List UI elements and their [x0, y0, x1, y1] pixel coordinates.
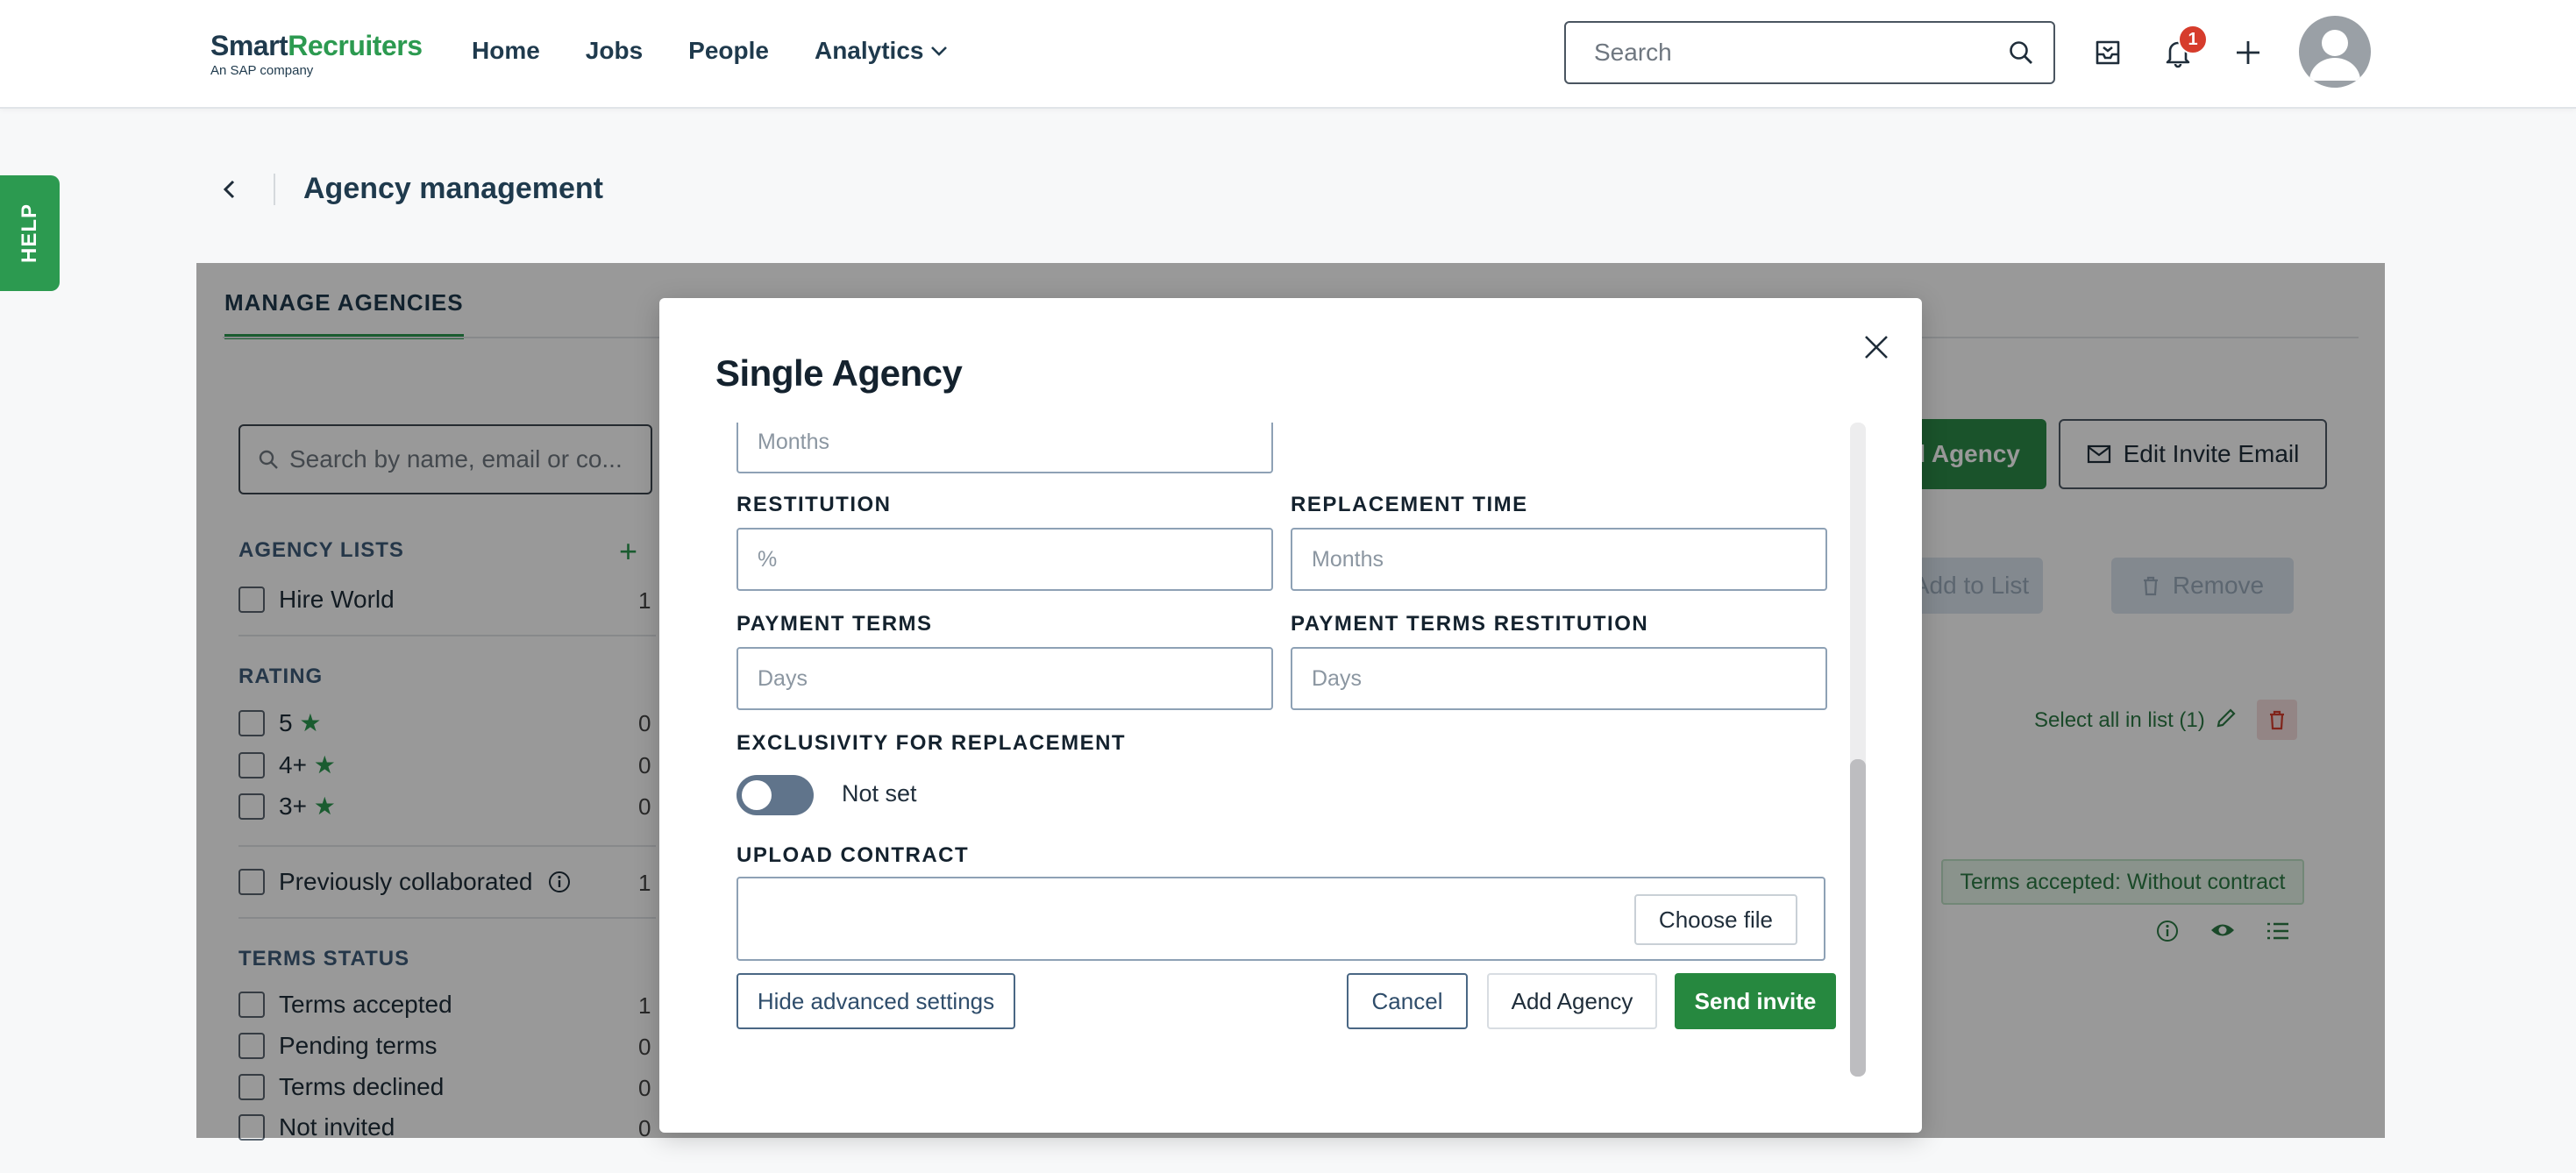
cancel-button[interactable]: Cancel — [1347, 973, 1468, 1029]
top-navigation: SmartRecruiters An SAP company Home Jobs… — [0, 0, 2576, 109]
payment-terms-restitution-field[interactable]: Days — [1291, 647, 1827, 710]
chevron-down-icon — [931, 46, 948, 56]
nav-people[interactable]: People — [688, 37, 769, 65]
search-input[interactable] — [1594, 39, 2008, 67]
back-arrow-icon[interactable] — [214, 174, 246, 205]
exclusivity-toggle[interactable] — [737, 775, 814, 815]
notification-count-badge: 1 — [2178, 25, 2208, 54]
logo-subtitle: An SAP company — [210, 63, 314, 78]
send-invite-button[interactable]: Send invite — [1675, 973, 1836, 1029]
nav-analytics[interactable]: Analytics — [815, 37, 949, 65]
replacement-time-field[interactable]: Months — [1291, 528, 1827, 591]
header-divider — [274, 174, 275, 205]
payment-terms-placeholder: Days — [758, 665, 808, 691]
add-agency-modal-button[interactable]: Add Agency — [1487, 973, 1657, 1029]
choose-file-button[interactable]: Choose file — [1633, 894, 1797, 945]
global-search[interactable] — [1564, 21, 2055, 84]
restitution-placeholder: % — [758, 546, 778, 572]
exclusivity-label: EXCLUSIVITY FOR REPLACEMENT — [737, 731, 1127, 755]
upload-contract-label: UPLOAD CONTRACT — [737, 843, 970, 867]
nav-analytics-label: Analytics — [814, 37, 924, 64]
modal-scroll-body[interactable]: Months RESTITUTION % REPLACEMENT TIME Mo… — [659, 423, 1922, 1054]
search-icon[interactable] — [2008, 39, 2034, 66]
payment-terms-label: PAYMENT TERMS — [737, 612, 933, 636]
replacement-time-label: REPLACEMENT TIME — [1291, 493, 1528, 516]
user-avatar[interactable] — [2299, 16, 2371, 88]
payment-terms-restitution-placeholder: Days — [1312, 665, 1362, 691]
top-months-field[interactable]: Months — [737, 423, 1273, 473]
modal-footer: Hide advanced settings Cancel Add Agency… — [659, 973, 1922, 1033]
help-tab[interactable]: HELP — [0, 175, 60, 291]
nav-jobs[interactable]: Jobs — [586, 37, 643, 65]
hide-advanced-settings-button[interactable]: Hide advanced settings — [737, 973, 1015, 1029]
modal-title: Single Agency — [715, 352, 963, 394]
toggle-knob — [742, 780, 772, 810]
restitution-field[interactable]: % — [737, 528, 1273, 591]
main-nav-links: Home Jobs People Analytics — [472, 37, 993, 65]
nav-home[interactable]: Home — [472, 37, 540, 65]
top-months-placeholder: Months — [758, 429, 829, 454]
restitution-label: RESTITUTION — [737, 493, 892, 516]
payment-terms-restitution-label: PAYMENT TERMS RESTITUTION — [1291, 612, 1649, 636]
single-agency-modal: Single Agency Months RESTITUTION % REPLA… — [659, 298, 1922, 1133]
logo-text-dark: Smart — [210, 30, 288, 61]
plus-icon[interactable] — [2231, 35, 2266, 70]
replacement-time-placeholder: Months — [1312, 546, 1384, 572]
help-label: HELP — [18, 203, 42, 264]
close-icon[interactable] — [1859, 330, 1894, 365]
upload-contract-field[interactable]: Choose file — [737, 877, 1825, 961]
smartrecruiters-logo[interactable]: SmartRecruiters An SAP company — [210, 30, 423, 78]
page-title: Agency management — [303, 172, 603, 205]
logo-text-accent: Recruiters — [288, 30, 423, 61]
exclusivity-value-label: Not set — [842, 780, 917, 807]
inbox-tray-icon[interactable] — [2090, 35, 2125, 70]
payment-terms-field[interactable]: Days — [737, 647, 1273, 710]
